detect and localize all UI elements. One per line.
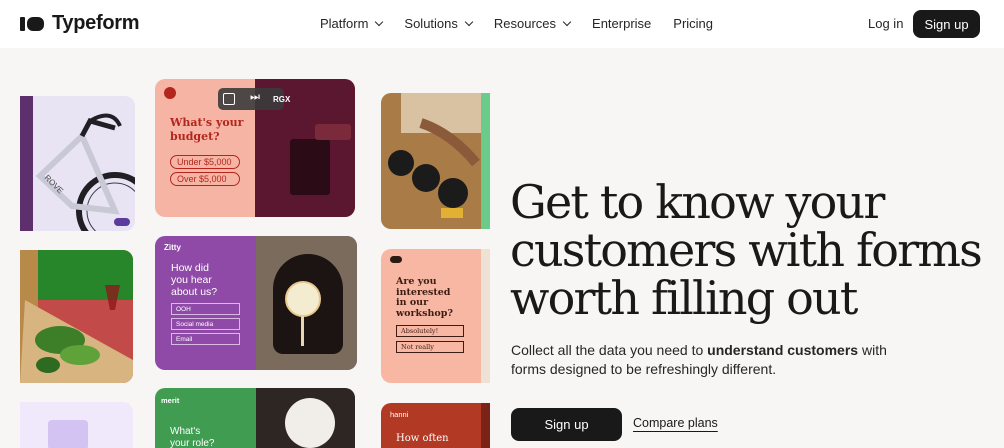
headline-line-3: worth filling out	[510, 271, 858, 325]
main-menu: Platform Solutions Resources Enterprise …	[320, 16, 713, 31]
brand-name: Typeform	[52, 12, 140, 34]
card-logo-icon	[390, 256, 402, 263]
nav-solutions-label: Solutions	[404, 16, 458, 31]
nav-pricing-label: Pricing	[673, 16, 714, 31]
chevron-down-icon	[464, 17, 474, 27]
hanni-form-card: hanni How often	[381, 403, 490, 448]
card-logo-icon	[164, 87, 176, 99]
merit-brand: merit	[161, 396, 180, 405]
nav-platform-label: Platform	[320, 16, 369, 31]
subtext-line-2: forms designed to be refreshingly differ…	[511, 361, 777, 377]
chevron-down-icon	[375, 17, 384, 27]
compare-plans-link[interactable]: Compare plans	[633, 416, 718, 430]
typeform-logo[interactable]: Typeform	[20, 12, 140, 35]
skip-forward-icon[interactable]: ⏭	[250, 91, 260, 104]
headline-line-2: customers with forms	[510, 223, 983, 277]
budget-question: What's your budget?	[170, 116, 244, 143]
hanni-brand: hanni	[390, 410, 409, 419]
nav-platform[interactable]: Platform	[320, 16, 384, 31]
nav-resources-label: Resources	[493, 16, 557, 31]
zitty-brand: Zitty	[164, 243, 181, 252]
nav-resources[interactable]: Resources	[493, 16, 572, 31]
subtext-part-1: Collect all the data you need to	[511, 342, 708, 358]
top-nav: Typeform Platform Solutions Resources En…	[0, 0, 1004, 48]
zitty-form-card: Zitty How did you hear about us? OOH Soc…	[155, 236, 357, 370]
nav-solutions[interactable]: Solutions	[404, 16, 474, 31]
lavender-image-card	[20, 402, 133, 448]
merit-question: What's your role?	[170, 426, 215, 448]
login-link[interactable]: Log in	[868, 16, 903, 31]
bicycle-image: ROVE	[35, 113, 135, 231]
subtext-emphasis: understand customers	[707, 342, 859, 358]
budget-option-over[interactable]: Over $5,000	[170, 172, 240, 186]
workshop-form-card: Are you interested in our workshop? Abso…	[381, 249, 490, 383]
subtext-part-2: with	[858, 342, 887, 358]
budget-form-card: ⏭ RGX What's your budget? Under $5,000 O…	[155, 79, 355, 217]
workshop-option-no[interactable]: Not really	[396, 341, 464, 353]
hero-headline: Get to know your customers with forms wo…	[510, 178, 1000, 322]
bike-image-card: ROVE	[20, 96, 135, 231]
hero-subtext: Collect all the data you need to underst…	[511, 341, 911, 379]
headline-line-1: Get to know your	[510, 175, 885, 229]
typeform-logo-icon	[20, 16, 44, 31]
dumbbells-image	[388, 118, 480, 218]
budget-option-under[interactable]: Under $5,000	[170, 155, 240, 169]
hero-signup-button[interactable]: Sign up	[511, 408, 622, 441]
workshop-option-yes[interactable]: Absolutely!	[396, 325, 464, 337]
zitty-question: How did you hear about us?	[171, 262, 218, 298]
open-external-icon[interactable]	[223, 93, 235, 105]
nav-enterprise-label: Enterprise	[592, 16, 652, 31]
lollipop-image	[285, 281, 321, 317]
salad-image	[20, 285, 133, 383]
workshop-question: Are you interested in our workshop?	[396, 276, 453, 319]
merit-form-card: merit What's your role?	[155, 388, 355, 448]
form-examples-collage: ROVE ⏭ RGX What's your budget? Under $5,…	[0, 74, 490, 448]
salad-image-card	[20, 250, 133, 383]
hanni-question: How often	[396, 433, 449, 444]
budget-card-badge: RGX	[273, 95, 291, 104]
zitty-option-social[interactable]: Social media	[171, 318, 240, 330]
dumbbell-image-card	[381, 93, 490, 229]
zitty-option-email[interactable]: Email	[171, 333, 240, 345]
zitty-option-ooh[interactable]: OOH	[171, 303, 240, 315]
nav-pricing[interactable]: Pricing	[673, 16, 713, 31]
nav-enterprise[interactable]: Enterprise	[592, 16, 651, 31]
nav-signup-button[interactable]: Sign up	[913, 10, 980, 38]
chevron-down-icon	[562, 17, 572, 27]
